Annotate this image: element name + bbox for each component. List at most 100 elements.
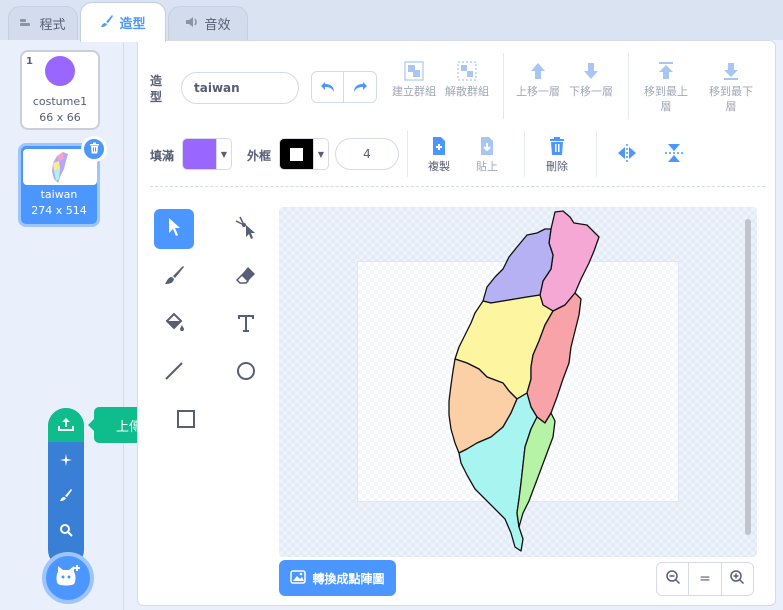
cat-add-icon xyxy=(55,564,81,592)
circle-icon xyxy=(236,361,256,385)
taiwan-map-drawing[interactable] xyxy=(427,207,617,557)
ungroup-button[interactable]: 解散群組 xyxy=(444,59,490,99)
costume-size: 274 x 514 xyxy=(31,204,87,217)
copy-icon xyxy=(416,134,462,158)
costume-name: taiwan xyxy=(40,188,78,201)
costume-number: 1 xyxy=(26,56,33,67)
select-tool[interactable] xyxy=(154,209,194,249)
zoom-controls: = xyxy=(656,562,754,596)
forward-button[interactable]: 上移一層 xyxy=(515,59,561,99)
surprise-costume-button[interactable] xyxy=(48,444,84,478)
cursor-icon xyxy=(166,217,182,241)
outline-color-picker[interactable]: ▼ xyxy=(279,138,329,170)
undo-icon xyxy=(320,78,336,97)
costume-thumbnail xyxy=(45,56,75,86)
divider xyxy=(407,131,408,177)
brush-icon xyxy=(163,264,185,290)
text-tool[interactable] xyxy=(226,305,266,345)
flip-horizontal-button[interactable] xyxy=(604,141,650,166)
convert-to-bitmap-button[interactable]: 轉換成點陣圖 xyxy=(279,560,396,596)
redo-button[interactable] xyxy=(344,72,376,102)
divider xyxy=(503,53,504,119)
reshape-icon xyxy=(234,215,258,243)
back-button[interactable]: 移到最下層 xyxy=(708,59,754,114)
paint-costume-button[interactable] xyxy=(48,479,84,513)
zoom-in-icon xyxy=(729,569,745,589)
arrow-down-icon xyxy=(568,59,614,83)
arrow-top-icon xyxy=(643,59,689,83)
image-icon xyxy=(290,569,307,587)
costume-name-input[interactable]: taiwan xyxy=(181,72,299,104)
costume-tile-2[interactable]: 2 taiwan 274 x 514 xyxy=(18,136,107,227)
add-costume-button[interactable] xyxy=(42,552,94,604)
divider xyxy=(596,131,597,177)
toolbar-divider xyxy=(150,186,765,187)
undo-button[interactable] xyxy=(312,72,345,102)
rectangle-tool[interactable] xyxy=(156,401,196,441)
delete-label: 刪除 xyxy=(546,160,568,173)
paste-button[interactable]: 貼上 xyxy=(464,134,510,174)
backward-label: 下移一層 xyxy=(569,85,613,98)
arrow-up-icon xyxy=(515,59,561,83)
delete-button[interactable]: 刪除 xyxy=(534,134,580,174)
tab-code-label: 程式 xyxy=(39,18,66,33)
costume-name: costume1 xyxy=(32,95,88,108)
flip-vertical-icon xyxy=(651,141,697,165)
tab-sounds[interactable]: 音效 xyxy=(168,6,248,40)
delete-costume-button[interactable] xyxy=(81,136,107,162)
ungroup-label: 解散群組 xyxy=(445,85,489,98)
reshape-tool[interactable] xyxy=(226,209,266,249)
paint-canvas[interactable] xyxy=(279,207,757,557)
divider xyxy=(628,53,629,119)
canvas-scrollbar[interactable] xyxy=(745,219,751,535)
code-icon xyxy=(20,17,34,31)
outline-width-input[interactable]: 4 xyxy=(335,138,399,170)
add-costume-menu xyxy=(48,408,84,568)
brush-icon xyxy=(100,14,114,31)
upload-costume-button[interactable] xyxy=(48,408,84,442)
undo-redo-group xyxy=(311,71,377,103)
zoom-reset-button[interactable]: = xyxy=(688,563,720,595)
brush-tool[interactable] xyxy=(154,257,194,297)
costume-name-label: 造型 xyxy=(150,74,163,104)
group-button[interactable]: 建立群組 xyxy=(391,59,437,99)
speaker-icon xyxy=(185,16,199,31)
arrow-bottom-icon xyxy=(708,59,754,83)
divider xyxy=(524,131,525,177)
flip-vertical-button[interactable] xyxy=(651,141,697,166)
front-button[interactable]: 移到最上層 xyxy=(643,59,689,114)
trash-icon xyxy=(89,142,100,157)
zoom-out-button[interactable] xyxy=(657,563,688,595)
chevron-down-icon: ▼ xyxy=(313,139,328,169)
paint-bucket-icon xyxy=(163,312,185,338)
text-icon xyxy=(236,313,256,337)
backward-button[interactable]: 下移一層 xyxy=(568,59,614,99)
choose-costume-button[interactable] xyxy=(48,514,84,548)
eraser-tool[interactable] xyxy=(226,257,266,297)
flip-horizontal-icon xyxy=(604,141,650,165)
back-label: 移到最下層 xyxy=(709,85,753,113)
brush-icon xyxy=(59,487,73,506)
copy-button[interactable]: 複製 xyxy=(416,134,462,174)
line-tool[interactable] xyxy=(154,353,194,393)
redo-icon xyxy=(352,78,368,97)
zoom-in-button[interactable] xyxy=(720,563,753,595)
zoom-out-icon xyxy=(665,569,681,589)
ungroup-icon xyxy=(444,59,490,83)
paste-icon xyxy=(464,134,510,158)
copy-label: 複製 xyxy=(428,160,450,173)
costume-tile-1[interactable]: 1 costume1 66 x 66 xyxy=(20,50,100,130)
fill-tool[interactable] xyxy=(154,305,194,345)
tab-code[interactable]: 程式 xyxy=(8,6,78,40)
front-label: 移到最上層 xyxy=(644,85,688,113)
fill-swatch xyxy=(183,139,216,169)
paint-editor: 造型 taiwan 建立群組 解散群組 上移一層 下移一層 移到最上層 移到最下… xyxy=(137,40,776,606)
fill-label: 填滿 xyxy=(150,149,175,163)
tab-sounds-label: 音效 xyxy=(204,18,231,33)
fill-color-picker[interactable]: ▼ xyxy=(182,138,232,170)
tab-costumes-label: 造型 xyxy=(119,17,146,32)
costume-size: 66 x 66 xyxy=(39,111,81,124)
circle-tool[interactable] xyxy=(226,353,266,393)
tab-costumes[interactable]: 造型 xyxy=(80,2,166,42)
rectangle-icon xyxy=(176,409,196,433)
